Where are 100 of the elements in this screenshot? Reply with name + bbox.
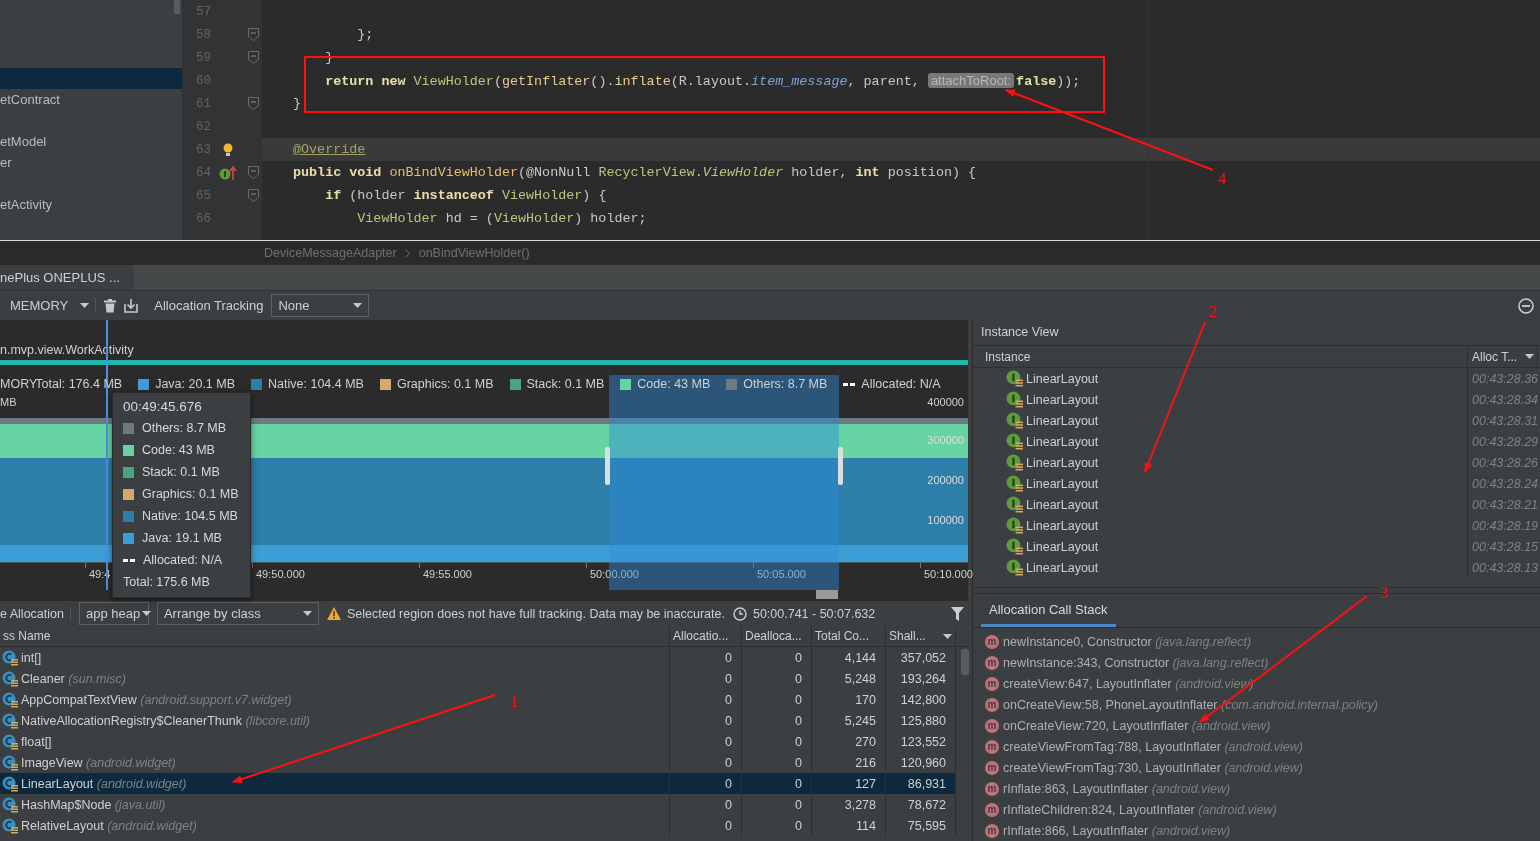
method-badge: m — [985, 739, 999, 754]
alloc-time: 00:43:28.36 — [1472, 371, 1539, 386]
tree-row[interactable]: er — [0, 152, 182, 173]
tree-row[interactable]: etContract — [0, 89, 182, 110]
code-line: }; — [356, 27, 374, 42]
instance-name: LinearLayout — [1026, 371, 1099, 386]
fold-marker-icon[interactable] — [248, 28, 259, 41]
stack-frame[interactable]: newInstance0, Constructor (java.lang.reflect) — [1003, 634, 1252, 649]
table-row[interactable]: RelativeLayout (android.widget) 0 0 114 75,595 — [0, 815, 956, 836]
heap-select[interactable]: app heap — [78, 602, 149, 625]
filter-icon[interactable] — [951, 606, 964, 621]
table-cell: 0 — [725, 650, 732, 665]
method-badge: m — [985, 634, 999, 649]
class-icon — [2, 691, 18, 708]
method-badge: m — [985, 802, 999, 817]
panel-tab[interactable]: Allocation Call Stack — [981, 595, 1116, 627]
sort-caret-icon — [943, 633, 952, 639]
stack-frame[interactable]: onCreateView:58, PhoneLayoutInflater (com.android.internal.policy) — [1003, 697, 1378, 712]
table-cell: 0 — [795, 776, 802, 791]
stack-frame[interactable]: onCreateView:720, LayoutInflater (android.view) — [1003, 718, 1271, 733]
table-cell: 216 — [855, 755, 876, 770]
column-header[interactable]: Total Co... — [812, 626, 886, 646]
instance-row[interactable]: LinearLayout 00:43:28.34 — [973, 389, 1538, 411]
collapse-icon[interactable] — [1518, 297, 1534, 314]
column-header[interactable]: ss Name — [0, 626, 670, 646]
time-range: 50:00.741 - 50:07.632 — [752, 606, 876, 621]
override-icon[interactable] — [218, 164, 237, 181]
table-row[interactable]: NativeAllocationRegistry$CleanerThunk (libcore.util) 0 0 5,245 125,880 — [0, 710, 956, 731]
method-badge: m — [985, 760, 999, 775]
table-row[interactable]: LinearLayout (android.widget) 0 0 127 86,931 — [0, 773, 956, 794]
instance-name: LinearLayout — [1026, 539, 1099, 554]
table-cell: 0 — [725, 713, 732, 728]
column-header[interactable]: Dealloca... — [742, 626, 812, 646]
table-row[interactable]: int[] 0 0 4,144 357,052 — [0, 647, 956, 668]
arrange-select[interactable]: Arrange by class — [156, 602, 319, 625]
table-cell: 170 — [855, 692, 876, 707]
column-header[interactable]: Instance — [973, 345, 1468, 368]
column-header[interactable]: Allocatio... — [670, 626, 742, 646]
stack-frame[interactable]: createViewFromTag:788, LayoutInflater (android.view) — [1003, 739, 1303, 754]
legend-label: Others: 8.7 MB — [743, 377, 828, 391]
stack-frame[interactable]: rInflate:866, LayoutInflater (android.view) — [1003, 823, 1231, 838]
device-tab[interactable]: nePlus ONEPLUS ... — [0, 265, 134, 290]
table-cell: 0 — [795, 692, 802, 707]
instance-icon — [1006, 496, 1023, 514]
tooltip-time: 00:49:45.676 — [123, 398, 203, 416]
instance-row[interactable]: LinearLayout 00:43:28.13 — [973, 557, 1538, 579]
scrollbar-thumb[interactable] — [174, 0, 180, 14]
stack-frame[interactable]: rInflateChildren:824, LayoutInflater (android.view) — [1003, 802, 1277, 817]
scrollbar-thumb[interactable] — [816, 590, 838, 599]
instance-icon — [1006, 538, 1023, 556]
instance-icon — [1006, 433, 1023, 451]
class-icon — [2, 775, 18, 792]
table-row[interactable]: Cleaner (sun.misc) 0 0 5,248 193,264 — [0, 668, 956, 689]
stack-frame[interactable]: rInflate:863, LayoutInflater (android.view) — [1003, 781, 1231, 796]
stack-frame[interactable]: newInstance:343, Constructor (java.lang.reflect) — [1003, 655, 1269, 670]
range-handle[interactable] — [838, 447, 843, 485]
alloc-time: 00:43:28.21 — [1472, 497, 1539, 512]
column-header[interactable]: Shall... — [886, 626, 956, 646]
clock-icon — [732, 606, 747, 621]
instance-row[interactable]: LinearLayout 00:43:28.31 — [973, 410, 1538, 432]
instance-row[interactable]: LinearLayout 00:43:28.36 — [973, 368, 1538, 390]
table-cell: 0 — [795, 734, 802, 749]
table-cell: 193,264 — [900, 671, 946, 686]
instance-row[interactable]: LinearLayout 00:43:28.21 — [973, 494, 1538, 516]
fold-marker-icon[interactable] — [248, 189, 259, 202]
view-dropdown[interactable]: e Allocation — [0, 606, 71, 621]
instance-name: LinearLayout — [1026, 434, 1099, 449]
instance-row[interactable]: LinearLayout 00:43:28.29 — [973, 431, 1538, 453]
instance-row[interactable]: LinearLayout 00:43:28.15 — [973, 536, 1538, 558]
download-icon[interactable] — [124, 298, 139, 313]
time-label: 49:50.000 — [256, 568, 305, 580]
axis-label: 100000 — [927, 514, 964, 526]
legend-label: Allocated: N/A — [861, 377, 941, 391]
class-icon — [2, 733, 18, 750]
instance-row[interactable]: LinearLayout 00:43:28.19 — [973, 515, 1538, 537]
table-row[interactable]: float[] 0 0 270 123,552 — [0, 731, 956, 752]
tracking-select[interactable]: None — [271, 294, 370, 317]
instance-row[interactable]: LinearLayout 00:43:28.26 — [973, 452, 1538, 474]
stack-frame[interactable]: createViewFromTag:730, LayoutInflater (android.view) — [1003, 760, 1303, 775]
fold-marker-icon[interactable] — [248, 166, 259, 179]
lightbulb-icon[interactable] — [222, 142, 233, 157]
table-row[interactable]: HashMap$Node (java.util) 0 0 3,278 78,672 — [0, 794, 956, 815]
instance-name: LinearLayout — [1026, 497, 1099, 512]
table-cell: 0 — [725, 692, 732, 707]
instance-icon — [1006, 454, 1023, 472]
tree-row[interactable]: etModel — [0, 131, 182, 152]
profiler-dropdown[interactable]: MEMORY — [10, 298, 97, 313]
fold-marker-icon[interactable] — [248, 97, 259, 110]
range-handle[interactable] — [605, 447, 610, 485]
tree-row[interactable]: etActivity — [0, 194, 182, 215]
tooltip-label: Code: 43 MB — [142, 443, 215, 457]
instance-row[interactable]: LinearLayout 00:43:28.24 — [973, 473, 1538, 495]
column-header[interactable]: Alloc T... — [1468, 345, 1538, 368]
table-cell: 86,931 — [907, 776, 946, 791]
fold-marker-icon[interactable] — [248, 51, 259, 64]
legend-label: Java: 20.1 MB — [155, 377, 236, 391]
legend-label: Graphics: 0.1 MB — [396, 377, 494, 391]
trash-icon[interactable] — [104, 298, 117, 313]
scrollbar-thumb[interactable] — [961, 649, 969, 675]
alloc-time: 00:43:28.34 — [1472, 392, 1539, 407]
